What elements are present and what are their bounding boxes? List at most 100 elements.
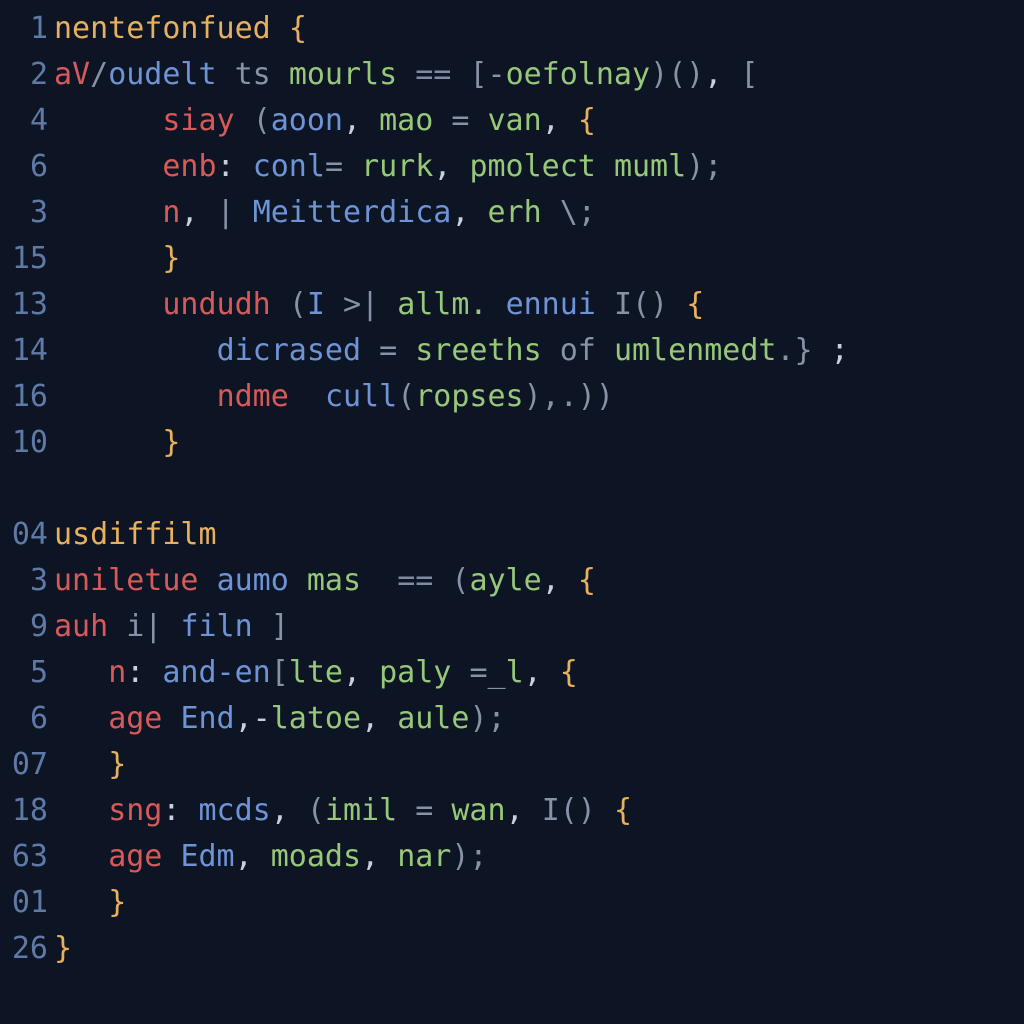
code-token: age <box>108 839 162 874</box>
code-token <box>488 287 506 322</box>
code-token <box>325 287 343 322</box>
code-token <box>542 333 560 368</box>
code-area[interactable]: nentefonfued {aV/oudelt ts mourls == [-o… <box>54 6 1024 972</box>
code-token: == <box>415 57 451 92</box>
code-token <box>596 793 614 828</box>
code-token: dicrased <box>217 333 362 368</box>
code-token: sng <box>108 793 162 828</box>
code-token: age <box>108 701 162 736</box>
code-token: = <box>415 793 433 828</box>
code-token: = <box>379 333 397 368</box>
code-line[interactable]: n, | Meitterdica, erh \; <box>54 190 1024 236</box>
code-token: () <box>632 287 668 322</box>
code-token: siay <box>162 103 234 138</box>
code-line[interactable]: } <box>54 236 1024 282</box>
code-token: { <box>614 793 632 828</box>
code-token <box>596 333 614 368</box>
code-token <box>199 563 217 598</box>
code-line[interactable]: n: and-en[lte, paly =_l, { <box>54 650 1024 696</box>
code-token: erh <box>488 195 542 230</box>
code-line[interactable]: aV/oudelt ts mourls == [-oefolnay)(), [ <box>54 52 1024 98</box>
code-token: } <box>162 425 180 460</box>
code-token <box>433 103 451 138</box>
code-token <box>397 333 415 368</box>
code-token: enb <box>162 149 216 184</box>
code-token: rurk <box>361 149 433 184</box>
code-token: nentefonfued <box>54 11 271 46</box>
code-token <box>433 793 451 828</box>
code-line[interactable] <box>54 466 1024 512</box>
code-line[interactable]: age Edm, moads, nar); <box>54 834 1024 880</box>
code-token <box>397 57 415 92</box>
code-line[interactable]: } <box>54 742 1024 788</box>
code-token: : <box>217 149 253 184</box>
code-line[interactable]: nentefonfued { <box>54 6 1024 52</box>
code-token: Edm <box>180 839 234 874</box>
code-token: mcds <box>199 793 271 828</box>
code-token <box>162 701 180 736</box>
code-token: n <box>162 195 180 230</box>
code-line[interactable]: sng: mcds, (imil = wan, I() { <box>54 788 1024 834</box>
code-line[interactable]: uniletue aumo mas == (ayle, { <box>54 558 1024 604</box>
code-token: , <box>271 793 307 828</box>
code-line[interactable]: dicrased = sreeths of umlenmedt.} ; <box>54 328 1024 374</box>
code-token: ),.)) <box>524 379 614 414</box>
code-token: } <box>108 885 126 920</box>
code-token: and-en <box>162 655 270 690</box>
line-number-gutter: 1246315131416100439560718630126 <box>0 6 54 972</box>
code-token: auh <box>54 609 108 644</box>
code-token: )() <box>650 57 704 92</box>
code-token: , <box>433 149 469 184</box>
code-token: } <box>162 241 180 276</box>
code-token: , <box>180 195 216 230</box>
code-token: ennui <box>506 287 596 322</box>
line-number: 01 <box>0 880 48 926</box>
code-token: of <box>560 333 596 368</box>
code-line[interactable]: undudh (I >| allm. ennui I() { <box>54 282 1024 328</box>
code-line[interactable]: enb: conl= rurk, pmolect muml); <box>54 144 1024 190</box>
code-token: , <box>343 655 379 690</box>
code-line[interactable]: age End,-latoe, aule); <box>54 696 1024 742</box>
code-line[interactable]: } <box>54 880 1024 926</box>
code-editor[interactable]: 1246315131416100439560718630126 nentefon… <box>0 0 1024 972</box>
code-token: undudh <box>162 287 270 322</box>
code-token: filn <box>180 609 252 644</box>
code-token: ); <box>686 149 722 184</box>
code-line[interactable]: siay (aoon, mao = van, { <box>54 98 1024 144</box>
code-token: ( <box>451 563 469 598</box>
line-number: 2 <box>0 52 48 98</box>
code-token <box>253 609 271 644</box>
code-token: allm. <box>397 287 487 322</box>
code-token: conl <box>253 149 325 184</box>
line-number: 1 <box>0 6 48 52</box>
code-line[interactable]: } <box>54 420 1024 466</box>
line-number: 15 <box>0 236 48 282</box>
code-token: ndme <box>217 379 289 414</box>
code-token: { <box>560 655 578 690</box>
code-token <box>668 287 686 322</box>
code-line[interactable]: auh i| filn ] <box>54 604 1024 650</box>
code-token <box>361 333 379 368</box>
code-token: [ <box>271 655 289 690</box>
code-line[interactable]: ndme cull(ropses),.)) <box>54 374 1024 420</box>
line-number: 18 <box>0 788 48 834</box>
code-line[interactable]: usdiffilm <box>54 512 1024 558</box>
code-token: ( <box>397 379 415 414</box>
line-number: 13 <box>0 282 48 328</box>
code-line[interactable]: } <box>54 926 1024 972</box>
code-token <box>235 195 253 230</box>
code-token: >| <box>343 287 379 322</box>
code-token <box>271 57 289 92</box>
line-number: 16 <box>0 374 48 420</box>
code-token: Meitterdica <box>253 195 452 230</box>
line-number: 63 <box>0 834 48 880</box>
code-token <box>722 57 740 92</box>
code-token <box>289 379 325 414</box>
code-token: ] <box>271 609 289 644</box>
code-token: } <box>54 931 72 966</box>
line-number: 07 <box>0 742 48 788</box>
line-number: 5 <box>0 650 48 696</box>
code-token: aule <box>397 701 469 736</box>
code-token: cull <box>325 379 397 414</box>
code-token: [ <box>740 57 758 92</box>
